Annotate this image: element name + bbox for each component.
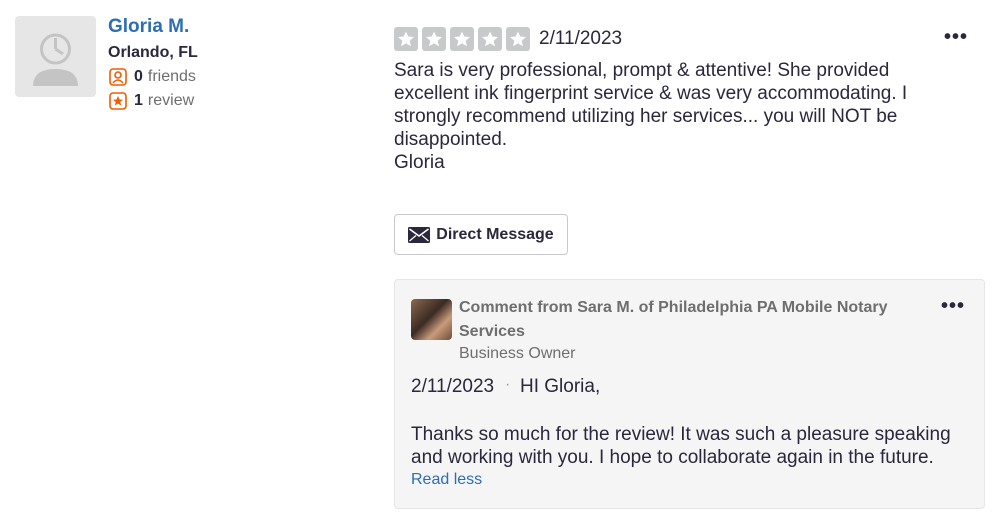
default-user-avatar-icon: [33, 33, 78, 86]
review-more-options-ellipsis-icon[interactable]: •••: [944, 26, 968, 49]
direct-message-button[interactable]: Direct Message: [394, 214, 568, 255]
star-icon: [478, 27, 502, 51]
comment-more-options-ellipsis-icon[interactable]: •••: [941, 295, 965, 318]
owner-role: Business Owner: [459, 345, 576, 362]
direct-message-label: Direct Message: [436, 225, 554, 243]
reviewer-name[interactable]: Gloria M.: [108, 16, 189, 38]
reviews-stat: 1 review: [108, 91, 194, 111]
comment-date: 2/11/2023: [411, 376, 495, 397]
owner-comment-title: Comment from Sara M. of Philadelphia PA …: [459, 299, 888, 340]
envelope-icon: [408, 226, 431, 243]
owner-avatar[interactable]: [411, 299, 452, 340]
reviews-label: review: [147, 92, 195, 109]
reviewer-avatar[interactable]: [15, 16, 96, 97]
friends-label: friends: [147, 68, 196, 85]
star-icon: [450, 27, 474, 51]
star-rating: [394, 27, 530, 51]
star-icon: [394, 27, 418, 51]
review-text: Sara is very professional, prompt & atte…: [394, 60, 908, 173]
friends-icon: [109, 68, 127, 86]
comment-body: Thanks so much for the review! It was su…: [411, 424, 951, 468]
star-icon: [506, 27, 530, 51]
reviewer-location: Orlando, FL: [108, 44, 198, 61]
owner-comment-box: Comment from Sara M. of Philadelphia PA …: [394, 279, 985, 509]
comment-greeting: HI Gloria,: [520, 376, 601, 397]
read-less-link[interactable]: Read less: [411, 471, 482, 489]
star-icon: [422, 27, 446, 51]
review-star-icon: [109, 92, 127, 110]
friends-stat: 0 friends: [108, 67, 196, 87]
friends-count: 0: [134, 68, 143, 85]
reviews-count: 1: [134, 92, 143, 109]
comment-date-separator: ·: [505, 376, 511, 393]
review-date: 2/11/2023: [539, 28, 623, 49]
